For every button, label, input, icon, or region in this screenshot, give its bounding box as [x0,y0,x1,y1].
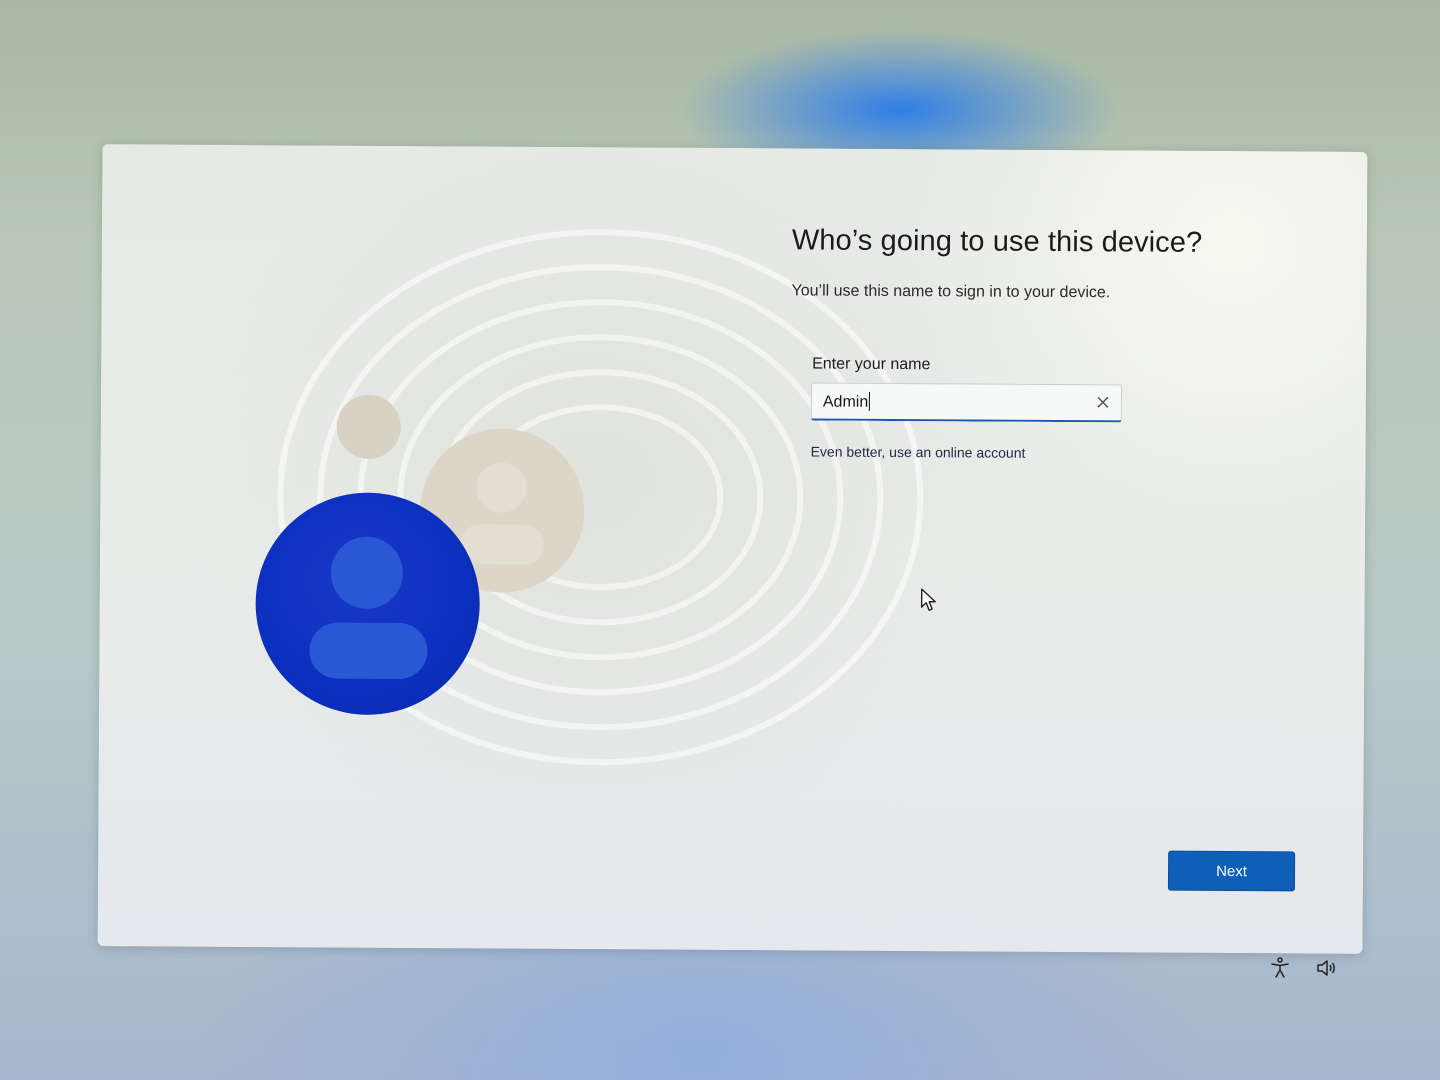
page-subtitle: You’ll use this name to sign in to your … [791,282,1111,302]
close-icon [1097,396,1109,408]
user-illustration [249,390,585,722]
user-avatar-icon [254,492,481,716]
volume-icon [1317,960,1335,976]
next-button[interactable]: Next [1167,850,1296,892]
setup-dialog: Who’s going to use this device? You’ll u… [97,144,1368,954]
online-account-link[interactable]: Even better, use an online account [811,443,1026,460]
clear-input-button[interactable] [1093,392,1113,412]
decorative-dot [336,394,401,459]
page-title: Who’s going to use this device? [791,224,1203,259]
name-field-label: Enter your name [812,355,931,374]
name-input[interactable]: Admin [810,382,1123,423]
accessibility-icon [1271,957,1289,978]
accessibility-button[interactable] [1268,956,1292,980]
text-caret [869,391,871,411]
mouse-pointer-icon [920,588,936,611]
volume-button[interactable] [1315,956,1339,980]
name-input-value[interactable]: Admin [823,391,871,412]
